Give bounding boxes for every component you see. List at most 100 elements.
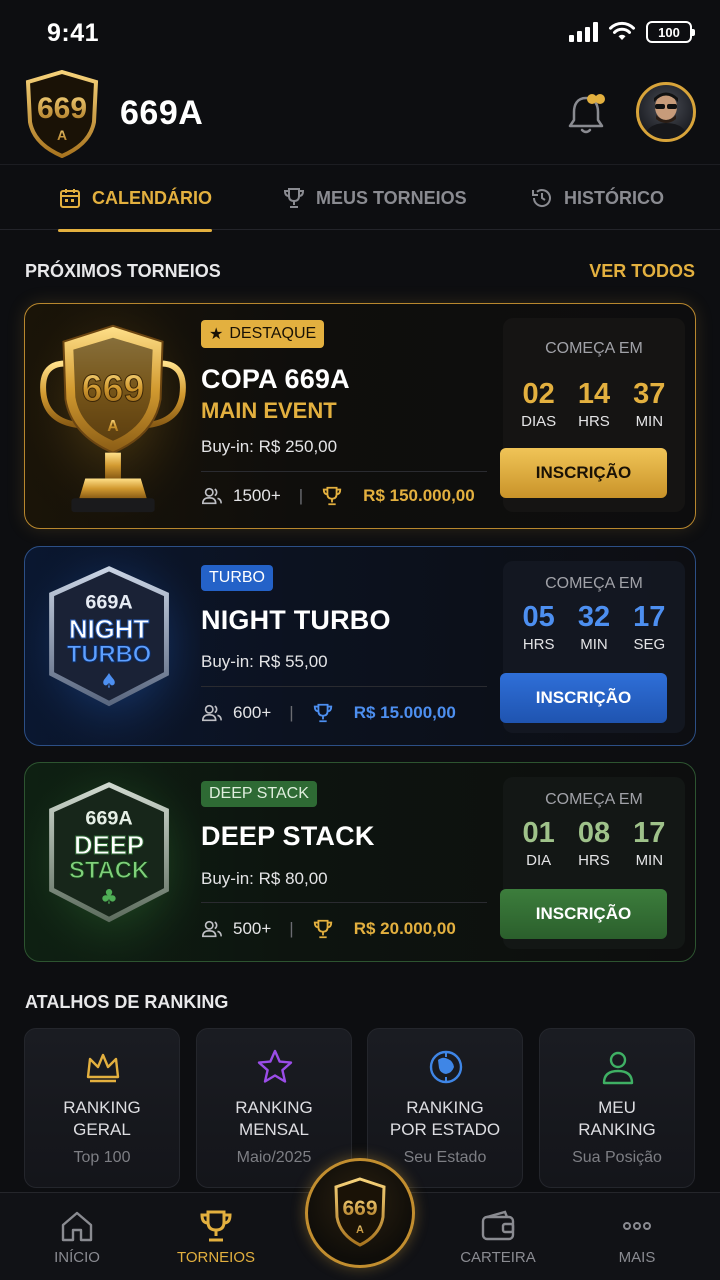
register-button[interactable]: INSCRIÇÃO [500, 889, 667, 939]
trophy-icon [283, 188, 305, 208]
tab-meus-torneios[interactable]: MEUS TORNEIOS [282, 165, 467, 231]
players-icon [202, 487, 222, 505]
tournament-subtitle: MAIN EVENT [201, 398, 337, 423]
players-icon [202, 920, 222, 938]
card-divider [201, 471, 487, 472]
logo-shield-icon: 669 A [25, 70, 99, 158]
trophy-art-sub: A [107, 418, 119, 435]
players-count: 500+ [233, 919, 272, 938]
tournament-meta: 1500+ | R$ 150.000,00 [201, 485, 475, 507]
countdown-units: 01 DIA 08 HRS 17 MIN [503, 817, 685, 869]
register-button[interactable]: INSCRIÇÃO [500, 448, 667, 498]
countdown-unit: DIA [526, 852, 552, 869]
see-all-link[interactable]: VER TODOS [589, 261, 695, 282]
shortcut-title-line2: MENSAL [239, 1120, 309, 1139]
card-info: ★ DESTAQUE COPA 669A MAIN EVENT Buy-in: … [201, 304, 491, 528]
status-icons: 100 [569, 21, 695, 43]
shortcut-title-line2: GERAL [73, 1120, 131, 1139]
tournament-card-night-turbo[interactable]: 669A NIGHT TURBO ♠ TURBO NIGHT TURBO Buy… [24, 546, 696, 746]
countdown-unit: HRS [522, 636, 555, 653]
ranking-mensal-shortcut[interactable]: RANKING MENSAL Maio/2025 [196, 1028, 352, 1188]
battery-icon: 100 [646, 21, 695, 43]
user-icon [602, 1051, 634, 1085]
tab-bar: CALENDÁRIO MEUS TORNEIOS HISTÓRICO [0, 164, 720, 232]
countdown-value: 37 [633, 378, 666, 410]
signal-icon [569, 22, 598, 42]
turbo-badge: TURBO [201, 565, 273, 591]
countdown-unit: MIN [635, 852, 664, 869]
avatar[interactable] [636, 82, 696, 142]
nav-torneios[interactable]: TORNEIOS [161, 1207, 271, 1266]
art-brand-text: 669A [85, 807, 132, 829]
deep-stack-art-icon: 669A DEEP STACK ♣ [25, 763, 201, 961]
countdown-value: 08 [577, 817, 611, 849]
prize-trophy-icon [313, 919, 332, 939]
badge-label: DESTAQUE [229, 325, 317, 342]
countdown-unit: SEG [633, 636, 666, 653]
countdown-minutes: 32 MIN [567, 601, 621, 653]
art-line2: TURBO [67, 641, 151, 668]
home-logo-button[interactable]: 669 A [305, 1158, 415, 1268]
featured-badge: ★ DESTAQUE [201, 320, 325, 348]
logo-shield-icon: 669 A [334, 1177, 386, 1247]
nav-carteira[interactable]: CARTEIRA [443, 1207, 553, 1266]
shortcut-title-line2: POR ESTADO [389, 1120, 501, 1139]
shortcut-title: RANKING MENSAL [197, 1097, 351, 1141]
logo-sub: A [57, 127, 67, 143]
players-icon [202, 704, 222, 722]
countdown-value: 05 [522, 601, 555, 633]
countdown-hours: 05 HRS [512, 601, 566, 653]
nav-label: MAIS [618, 1249, 656, 1266]
avatar-person-icon [643, 92, 689, 139]
countdown-hours: 08 HRS [567, 817, 621, 869]
ranking-geral-shortcut[interactable]: RANKING GERAL Top 100 [24, 1028, 180, 1188]
tournament-card-deep-stack[interactable]: 669A DEEP STACK ♣ DEEP STACK DEEP STACK … [24, 762, 696, 962]
card-divider [201, 902, 487, 903]
nav-inicio[interactable]: INÍCIO [22, 1207, 132, 1266]
countdown-value: 32 [577, 601, 611, 633]
register-button[interactable]: INSCRIÇÃO [500, 673, 667, 723]
map-icon [429, 1050, 463, 1084]
shortcut-subtitle: Seu Estado [403, 1149, 487, 1166]
shortcut-title: RANKING POR ESTADO [368, 1097, 522, 1141]
countdown-units: 05 HRS 32 MIN 17 SEG [503, 601, 685, 653]
meu-ranking-shortcut[interactable]: MEU RANKING Sua Posição [539, 1028, 695, 1188]
countdown-label: COMEÇA EM [545, 791, 643, 808]
bell-icon[interactable] [566, 92, 606, 136]
art-line2: STACK [69, 857, 149, 884]
countdown-value: 02 [522, 378, 555, 410]
app-title: 669A [120, 94, 204, 132]
countdown-unit: MIN [580, 636, 608, 653]
countdown-seconds: 17 SEG [622, 601, 676, 653]
logo-text: 669 [342, 1197, 377, 1220]
shortcut-subtitle: Top 100 [73, 1149, 131, 1166]
countdown-unit: MIN [635, 413, 664, 430]
tournament-title: DEEP STACK [201, 821, 375, 851]
tab-label: CALENDÁRIO [92, 187, 212, 208]
countdown-days: 01 DIA [512, 817, 566, 869]
countdown-value: 17 [633, 601, 666, 633]
nav-mais[interactable]: MAIS [582, 1207, 692, 1266]
tournament-buyin: Buy-in: R$ 250,00 [201, 437, 338, 456]
card-info: TURBO NIGHT TURBO Buy-in: R$ 55,00 600+ … [201, 547, 491, 745]
tab-historico[interactable]: HISTÓRICO [530, 165, 664, 231]
countdown-minutes: 37 MIN [622, 378, 676, 430]
night-turbo-art-icon: 669A NIGHT TURBO ♠ [25, 547, 201, 745]
shortcut-title-line1: MEU [598, 1098, 636, 1117]
tournament-title: COPA 669A [201, 364, 350, 394]
history-icon [532, 189, 551, 207]
star-icon: ★ [209, 326, 224, 343]
logo-sub: A [356, 1224, 364, 1236]
countdown-value: 14 [577, 378, 611, 410]
ranking-estado-shortcut[interactable]: RANKING POR ESTADO Seu Estado [367, 1028, 523, 1188]
countdown-units: 02 DIAS 14 HRS 37 MIN [503, 378, 685, 430]
shortcut-subtitle: Maio/2025 [236, 1149, 312, 1166]
tournament-card-copa[interactable]: 669 A ★ DESTAQUE COPA 669A MAIN EVENT Bu… [24, 303, 696, 529]
tab-label: HISTÓRICO [564, 187, 665, 208]
wifi-icon [609, 21, 635, 40]
shortcut-title: MEU RANKING [540, 1097, 694, 1141]
meta-separator: | [289, 703, 294, 722]
tournament-buyin: Buy-in: R$ 80,00 [201, 869, 328, 888]
tab-calendario[interactable]: CALENDÁRIO [58, 165, 212, 232]
tab-label: MEUS TORNEIOS [316, 187, 467, 208]
